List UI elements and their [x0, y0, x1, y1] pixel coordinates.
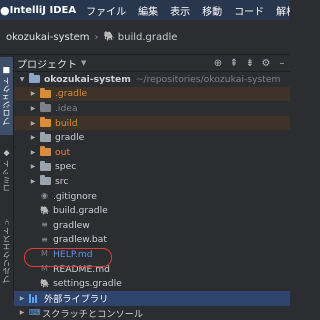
library-icon	[29, 294, 40, 303]
chevron-right-icon[interactable]: ▶	[28, 134, 38, 141]
pull-request-icon: ⑂	[2, 217, 11, 225]
scratch-console-icon: ⌨	[29, 308, 38, 318]
folder-icon	[40, 177, 51, 185]
tree-item-label: .gitignore	[53, 191, 97, 202]
tree-item-label: .idea	[55, 103, 78, 114]
text-file-icon: ≡	[40, 220, 49, 230]
settings-icon[interactable]: ⚙	[258, 58, 274, 69]
breadcrumb-separator: ›	[95, 32, 99, 43]
tree-item-label: out	[55, 147, 70, 158]
menu-view[interactable]: 表示	[170, 3, 190, 18]
folder-icon	[40, 148, 51, 156]
tree-row[interactable]: ▶ .gradle	[14, 87, 290, 102]
tree-row[interactable]: 🐘 build.gradle	[14, 203, 290, 218]
tree-row[interactable]: 🐘 settings.gradle	[14, 276, 290, 291]
chevron-right-icon[interactable]: ▶	[28, 163, 38, 170]
collapse-all-icon[interactable]: ⇞	[226, 58, 242, 69]
tree-item-label: .gradle	[55, 88, 87, 99]
hide-icon[interactable]: –	[274, 58, 290, 69]
tree-row[interactable]: ▶ out	[14, 145, 290, 160]
tree-item-label: gradle	[55, 132, 84, 143]
tree-row[interactable]: ≡ gradlew	[14, 218, 290, 233]
tree-row[interactable]: ▶ .idea	[14, 101, 290, 116]
commit-icon: ◆	[2, 150, 11, 159]
folder-icon	[40, 134, 51, 142]
gradle-icon: 🐘	[104, 32, 115, 42]
project-tree: ▼ okozukai-system ~/repositories/okozukai-…	[14, 72, 290, 320]
macos-menu-bar: ● IntelliJ IDEA ファイル 編集 表示 移動 コード 解析	[0, 0, 290, 20]
project-panel-toolbar: ⊕ ⇞ ⇟ ⚙ –	[210, 58, 290, 69]
folder-icon	[40, 119, 51, 127]
tree-item-label: settings.gradle	[53, 278, 122, 289]
tree-item-label: spec	[55, 161, 76, 172]
tree-item-label: スクラッチとコンソール	[42, 306, 143, 320]
chevron-right-icon[interactable]: ▶	[28, 90, 38, 97]
folder-icon	[40, 90, 51, 98]
menu-file[interactable]: ファイル	[86, 3, 126, 18]
tree-item-label: build	[55, 118, 78, 129]
window-title-bar: okozukai-system › 🐘 build.gradle	[0, 20, 290, 55]
tree-row[interactable]: ▶ spec	[14, 160, 290, 175]
tree-row[interactable]: ▶ src	[14, 174, 290, 189]
apple-menu-icon[interactable]: ●	[0, 4, 10, 17]
chevron-right-icon[interactable]: ▶	[17, 295, 27, 302]
gitignore-icon: ◉	[40, 191, 49, 201]
tab-project[interactable]: プロジェクト ■	[0, 57, 13, 135]
project-tool-window: プロジェクト ▼ ⊕ ⇞ ⇟ ⚙ – ▼ okozukai-system ~/rep…	[14, 55, 290, 300]
app-menu-intellij[interactable]: IntelliJ IDEA	[10, 5, 76, 16]
chevron-right-icon[interactable]: ▶	[17, 309, 27, 316]
folder-icon	[40, 104, 51, 112]
folder-icon: ■	[2, 67, 11, 76]
project-panel-header: プロジェクト ▼ ⊕ ⇞ ⇟ ⚙ –	[14, 55, 290, 72]
tree-row[interactable]: ▶ 外部ライブラリ	[14, 291, 290, 306]
tab-pull-requests-label: プルリクエスト	[1, 227, 12, 283]
expand-all-icon[interactable]: ⇟	[242, 58, 258, 69]
tree-item-label: build.gradle	[53, 205, 108, 216]
tab-pull-requests[interactable]: プルリクエスト ⑂	[0, 207, 13, 293]
breadcrumb-file[interactable]: build.gradle	[118, 32, 178, 43]
tree-row[interactable]: ≡ gradlew.bat	[14, 233, 290, 248]
module-folder-icon	[29, 75, 40, 83]
menu-code[interactable]: コード	[234, 3, 264, 18]
gradle-icon: 🐘	[40, 206, 49, 216]
red-highlight-circle	[24, 248, 112, 267]
left-tool-window-strip: プロジェクト ■ コミット ◆ プルリクエスト ⑂	[0, 55, 14, 300]
gradle-icon: 🐘	[40, 279, 49, 289]
tab-commit[interactable]: コミット ◆	[0, 137, 13, 205]
tree-row[interactable]: ▼ okozukai-system ~/repositories/okozukai-…	[14, 72, 290, 87]
menu-analyze[interactable]: 解析	[276, 3, 290, 18]
chevron-right-icon[interactable]: ▶	[28, 105, 38, 112]
chevron-right-icon[interactable]: ▶	[28, 149, 38, 156]
breadcrumb-project[interactable]: okozukai-system	[6, 32, 90, 43]
project-panel-title: プロジェクト	[17, 56, 77, 71]
chevron-right-icon[interactable]: ▶	[28, 120, 38, 127]
project-view-selector[interactable]: プロジェクト ▼	[17, 56, 86, 71]
menu-navigate[interactable]: 移動	[202, 3, 222, 18]
tab-commit-label: コミット	[1, 161, 12, 193]
tree-row[interactable]: ◉ .gitignore	[14, 189, 290, 204]
chevron-right-icon[interactable]: ▶	[28, 178, 38, 185]
menu-edit[interactable]: 編集	[138, 3, 158, 18]
tree-row[interactable]: ▶ build	[14, 116, 290, 131]
tab-project-label: プロジェクト	[1, 78, 12, 126]
tree-item-path: ~/repositories/okozukai-system	[136, 74, 281, 85]
tree-row[interactable]: ▶⌨ スクラッチとコンソール	[14, 306, 290, 320]
text-file-icon: ≡	[40, 235, 49, 245]
tree-row[interactable]: ▶ gradle	[14, 130, 290, 145]
chevron-down-icon[interactable]: ▼	[17, 76, 27, 83]
tree-item-label: gradlew.bat	[53, 234, 107, 245]
tree-item-label: gradlew	[53, 220, 90, 231]
tree-item-label: okozukai-system	[44, 74, 131, 85]
locate-icon[interactable]: ⊕	[210, 58, 226, 69]
tree-item-label: src	[55, 176, 68, 187]
tree-item-label: 外部ライブラリ	[44, 291, 108, 305]
chevron-down-icon: ▼	[81, 59, 86, 67]
folder-icon	[40, 163, 51, 171]
